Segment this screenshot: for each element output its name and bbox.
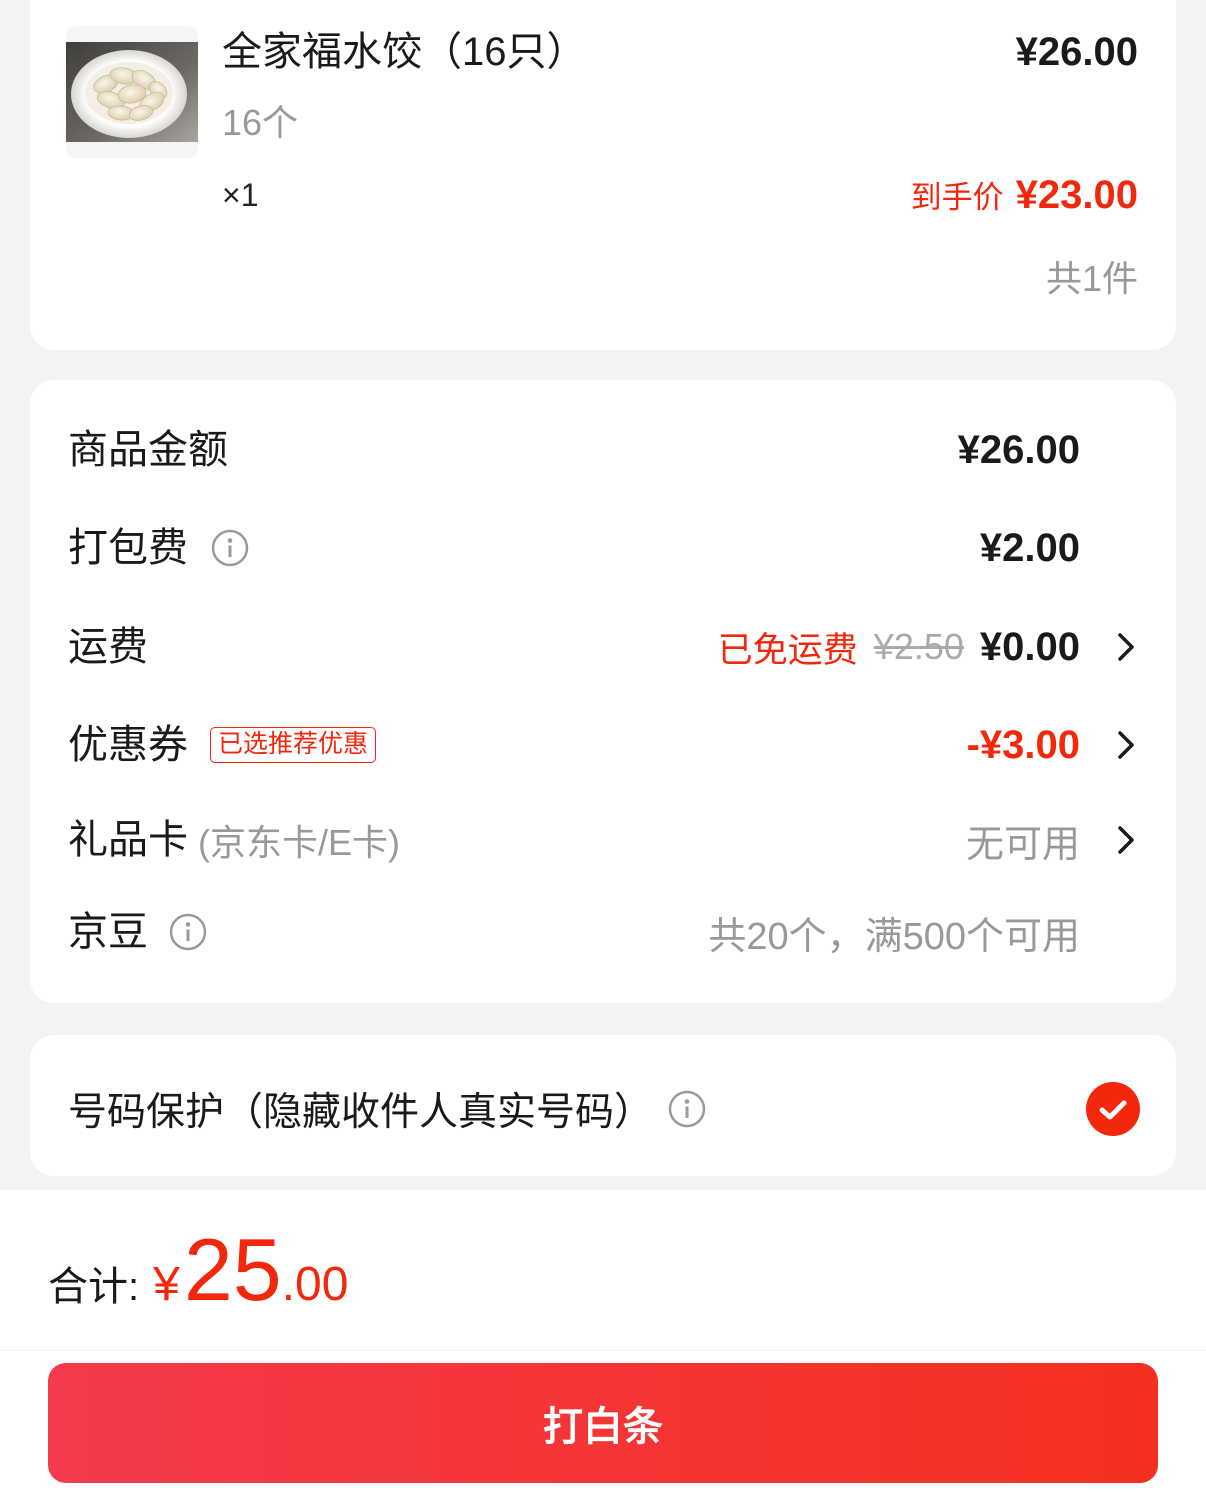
jd-beans-row: 京豆 共20个，满500个可用 [68,902,1138,962]
number-protection-card: 号码保护（隐藏收件人真实号码） [30,1035,1176,1176]
coupon-badge: 已选推荐优惠 [210,727,377,763]
jd-beans-label: 京豆 [68,910,148,954]
product-card: 全家福水饺（16只） ¥26.00 16个 ×1 到手价 ¥23.00 共1件 [30,0,1176,350]
final-price: 到手价 ¥23.00 [911,169,1138,221]
product-name: 全家福水饺（16只） [222,30,587,74]
product-spec: 16个 [222,102,299,143]
shipping-value: ¥0.00 [979,624,1080,669]
gift-card-label: 礼品卡 [68,818,188,862]
gift-card-row[interactable]: 礼品卡 (京东卡/E卡) 无可用 [68,810,1138,870]
free-shipping-tag: 已免运费 [717,630,858,670]
total-currency: ¥ [153,1258,180,1311]
product-quantity: ×1 [222,177,259,213]
goods-amount-row: 商品金额 ¥26.00 [68,420,1138,480]
gift-card-sublabel: (京东卡/E卡) [198,822,400,863]
total-label: 合计: [48,1265,140,1309]
total-decimal: .00 [281,1258,349,1311]
dumpling-plate-image [66,26,198,158]
number-protection-label: 号码保护（隐藏收件人真实号码） [68,1091,654,1134]
order-total: 合计: ¥ 25 .00 [48,1226,348,1314]
packing-fee-value: ¥2.00 [979,525,1080,570]
original-shipping-fee: ¥2.50 [873,626,964,667]
divider [0,1350,1206,1351]
gift-card-value: 无可用 [965,823,1080,866]
chevron-right-icon[interactable] [1116,825,1136,855]
price-summary-card: 商品金额 ¥26.00 打包费 ¥2.00 运费 已免运费 ¥2.50 ¥0.0… [30,380,1176,1003]
goods-amount-label: 商品金额 [68,428,228,472]
packing-fee-row: 打包费 ¥2.00 [68,518,1138,578]
item-count: 共1件 [1045,258,1138,299]
info-icon[interactable] [168,912,208,952]
number-protection-row: 号码保护（隐藏收件人真实号码） [68,1079,1138,1139]
final-price-value: ¥23.00 [1015,173,1138,217]
coupon-label: 优惠券 [68,723,188,767]
shipping-label: 运费 [68,625,148,669]
chevron-right-icon[interactable] [1116,632,1136,662]
shipping-row[interactable]: 运费 已免运费 ¥2.50 ¥0.00 [68,617,1138,677]
pay-button[interactable]: 打白条 [48,1363,1158,1483]
coupon-value: -¥3.00 [966,722,1080,767]
chevron-right-icon[interactable] [1116,730,1136,760]
info-icon[interactable] [667,1089,707,1129]
check-icon[interactable] [1086,1082,1140,1136]
goods-amount-value: ¥26.00 [957,427,1080,472]
info-icon[interactable] [210,528,250,568]
jd-beans-value: 共20个，满500个可用 [708,915,1080,958]
final-price-label: 到手价 [910,180,1004,215]
coupon-row[interactable]: 优惠券 已选推荐优惠 -¥3.00 [68,715,1138,775]
product-price: ¥26.00 [1015,30,1138,74]
total-integer: 25 [183,1220,282,1319]
checkout-footer: 合计: ¥ 25 .00 打白条 [0,1190,1206,1503]
packing-fee-label: 打包费 [68,526,188,570]
